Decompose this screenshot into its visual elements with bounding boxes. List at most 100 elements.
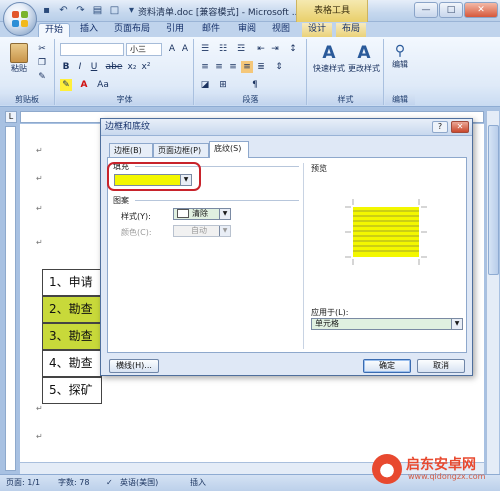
grow-font-icon[interactable]: A: [166, 43, 178, 55]
table-row[interactable]: 2、勘查: [42, 296, 102, 323]
table-row[interactable]: 5、探矿: [42, 377, 102, 404]
tab-mailings[interactable]: 邮件: [196, 23, 226, 37]
insert-mode[interactable]: 插入: [190, 475, 206, 491]
page-count[interactable]: 页面: 1/1: [6, 475, 40, 491]
format-painter-icon[interactable]: ✎: [36, 71, 48, 83]
dialog-close-button[interactable]: ✕: [451, 121, 469, 133]
change-styles-button[interactable]: A 更改样式: [346, 43, 382, 83]
cut-icon[interactable]: ✂: [36, 43, 48, 55]
tab-design[interactable]: 设计: [302, 23, 333, 37]
office-button[interactable]: [3, 2, 37, 36]
show-marks-icon[interactable]: ¶: [249, 79, 261, 91]
font-color-button[interactable]: A: [78, 79, 90, 91]
underline-button[interactable]: U: [88, 61, 100, 73]
paragraph-group: ☰ ☷ ☲ ⇤ ⇥ ↕ ≡ ≡ ≡ ≡ ≣ ⇕ ◪ ⊞ ¶ 段落: [195, 39, 307, 105]
close-button[interactable]: ✕: [464, 2, 498, 18]
italic-button[interactable]: I: [74, 61, 86, 73]
table-row[interactable]: 1、申请: [42, 269, 102, 296]
editing-label: 编辑: [392, 60, 408, 69]
chevron-down-icon: ▼: [451, 319, 462, 329]
cancel-button[interactable]: 取消: [417, 359, 465, 373]
bullets-icon[interactable]: ☰: [199, 43, 211, 55]
new-document-icon[interactable]: □: [108, 4, 121, 17]
pattern-color-select[interactable]: 自动 ▼: [173, 225, 231, 237]
tab-borders[interactable]: 边框(B): [109, 143, 153, 157]
tab-view[interactable]: 视图: [266, 23, 296, 37]
shading-preview: [341, 197, 431, 267]
annotation-highlight: [107, 162, 201, 191]
vertical-scrollbar[interactable]: [486, 111, 499, 474]
tab-selector-icon[interactable]: L: [5, 111, 17, 123]
tab-references[interactable]: 引用: [160, 23, 190, 37]
minimize-button[interactable]: —: [414, 2, 438, 18]
justify-icon[interactable]: ≡: [241, 61, 253, 73]
paragraph-mark: ↵: [36, 174, 43, 183]
horizontal-line-button[interactable]: 横线(H)...: [109, 359, 159, 373]
save-icon[interactable]: ▪: [40, 4, 53, 17]
maximize-button[interactable]: □: [439, 2, 463, 18]
pattern-style-value: 清除: [192, 209, 208, 218]
change-case-button[interactable]: Aa: [94, 79, 112, 91]
watermark: 启东安卓网 www.qidongzx.com: [372, 452, 498, 488]
watermark-url: www.qidongzx.com: [408, 472, 486, 481]
sort-icon[interactable]: ↕: [287, 43, 299, 55]
apply-to-select[interactable]: 单元格 ▼: [311, 318, 463, 330]
tab-page-layout[interactable]: 页面布局: [108, 23, 156, 37]
pattern-style-select[interactable]: 清除 ▼: [173, 208, 231, 220]
preview-table-graphic: [345, 199, 427, 265]
strikethrough-button[interactable]: abe: [104, 61, 124, 73]
language[interactable]: 英语(美国): [120, 475, 158, 491]
align-right-icon[interactable]: ≡: [227, 61, 239, 73]
ribbon-tabs: 开始 插入 页面布局 引用 邮件 审阅 视图 设计 布局: [0, 22, 500, 37]
highlight-icon[interactable]: ✎: [60, 79, 72, 91]
tab-home[interactable]: 开始: [38, 23, 71, 37]
copy-icon[interactable]: ❐: [36, 57, 48, 69]
distributed-icon[interactable]: ≣: [255, 61, 267, 73]
table-row[interactable]: 4、勘查: [42, 350, 102, 377]
tab-shading[interactable]: 底纹(S): [209, 141, 249, 158]
styles-group: A 快速样式 A 更改样式 样式: [308, 39, 384, 105]
paragraph-mark: ↵: [36, 432, 43, 441]
binoculars-icon: ⚲: [394, 43, 406, 59]
title-bar: ▪ ↶ ↷ ▤ □ ▾ 资料清单.doc [兼容模式] - Microsoft …: [0, 0, 500, 22]
chevron-down-icon: ▼: [219, 226, 230, 236]
customize-qat-icon[interactable]: ▾: [125, 4, 138, 17]
increase-indent-icon[interactable]: ⇥: [269, 43, 281, 55]
shrink-font-icon[interactable]: A: [179, 43, 191, 55]
ok-button[interactable]: 确定: [363, 359, 411, 373]
table-row[interactable]: 3、勘查: [42, 323, 102, 350]
align-left-icon[interactable]: ≡: [199, 61, 211, 73]
help-button[interactable]: ?: [432, 121, 448, 133]
quick-styles-label: 快速样式: [313, 64, 345, 73]
align-center-icon[interactable]: ≡: [213, 61, 225, 73]
scroll-thumb[interactable]: [488, 125, 499, 275]
redo-icon[interactable]: ↷: [74, 4, 87, 17]
clipboard-group: 粘贴 ✂ ❐ ✎ 剪贴板: [0, 39, 55, 105]
chevron-down-icon: ▼: [219, 209, 230, 219]
font-size-input[interactable]: 小三: [126, 43, 162, 56]
bold-button[interactable]: B: [60, 61, 72, 73]
decrease-indent-icon[interactable]: ⇤: [255, 43, 267, 55]
borders-icon[interactable]: ⊞: [217, 79, 229, 91]
paste-button[interactable]: 粘贴: [8, 43, 30, 79]
paragraph-mark: ↵: [36, 146, 43, 155]
tab-page-border[interactable]: 页面边框(P): [153, 143, 209, 157]
word-count[interactable]: 字数: 78: [58, 475, 89, 491]
undo-icon[interactable]: ↶: [57, 4, 70, 17]
tab-layout[interactable]: 布局: [336, 23, 367, 37]
quick-styles-button[interactable]: A 快速样式: [312, 43, 346, 83]
font-name-input[interactable]: [60, 43, 124, 56]
tab-review[interactable]: 审阅: [232, 23, 262, 37]
style-label: 样式(Y):: [121, 212, 151, 221]
editing-button[interactable]: ⚲ 编辑: [387, 43, 413, 83]
multilevel-list-icon[interactable]: ☲: [235, 43, 247, 55]
line-spacing-icon[interactable]: ⇕: [273, 61, 285, 73]
tab-insert[interactable]: 插入: [74, 23, 104, 37]
numbering-icon[interactable]: ☷: [217, 43, 229, 55]
subscript-button[interactable]: x₂: [126, 61, 138, 73]
shading-icon[interactable]: ◪: [199, 79, 211, 91]
proofing-icon[interactable]: ✓: [106, 475, 113, 491]
print-preview-icon[interactable]: ▤: [91, 4, 104, 17]
font-group-label: 字体: [56, 94, 193, 105]
superscript-button[interactable]: x²: [140, 61, 152, 73]
